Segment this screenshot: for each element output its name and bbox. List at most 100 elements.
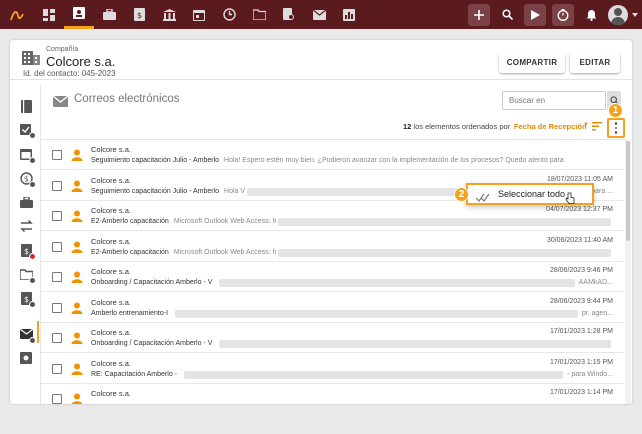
sidebar-item-tasks[interactable] — [18, 121, 36, 139]
folder-icon[interactable] — [244, 0, 274, 29]
calendar-icon[interactable] — [184, 0, 214, 29]
email-date: 28/06/2023 9:44 PM — [549, 297, 613, 305]
email-sender: Colcore s.a. — [91, 267, 132, 276]
svg-text:$: $ — [137, 11, 142, 20]
redacted-text — [183, 370, 564, 379]
person-icon — [71, 392, 83, 404]
row-checkbox[interactable] — [52, 363, 62, 374]
row-checkbox[interactable] — [52, 241, 62, 252]
email-list: Colcore s.a. Seguimiento capacitación Jul… — [41, 139, 625, 404]
step-callout-2: 2 — [454, 187, 469, 202]
document-search-icon[interactable] — [274, 0, 304, 29]
person-icon — [71, 301, 83, 319]
person-icon — [71, 362, 83, 380]
email-row[interactable]: Colcore s.a. E2-Amberlo capacitación Micro… — [41, 232, 625, 262]
sidebar-item-transfers[interactable] — [18, 218, 34, 234]
redacted-text — [278, 248, 611, 257]
sidebar-item-emails[interactable] — [18, 326, 36, 344]
badge-icon — [29, 277, 36, 284]
add-icon[interactable] — [468, 3, 490, 26]
share-button[interactable]: COMPARTIR — [499, 52, 565, 73]
email-sender: Colcore s.a. — [91, 389, 132, 398]
step-callout-1: 1 — [608, 103, 623, 118]
email-date: 04/07/2023 12:37 PM — [546, 206, 613, 213]
row-checkbox[interactable] — [52, 394, 62, 404]
sidebar-item-cases[interactable] — [18, 194, 34, 210]
time-tracking-icon[interactable] — [214, 0, 244, 29]
briefcase-icon[interactable] — [94, 0, 124, 29]
email-row[interactable]: Colcore s.a. Onboarding / Capacitación Am… — [41, 262, 625, 292]
sidebar-item-billing[interactable]: $ — [18, 170, 36, 188]
email-date: 17/01/2023 1:28 PM — [549, 328, 613, 335]
email-preview-tail: - para Windo... — [567, 370, 613, 378]
company-type-label: Compañía — [46, 46, 79, 53]
email-subject: Seguimiento capacitación Julio - Amberlo — [91, 157, 220, 164]
dashboard-icon[interactable] — [34, 0, 64, 29]
row-checkbox[interactable] — [52, 302, 62, 313]
caret-down-icon[interactable]: ▼ — [583, 122, 589, 128]
email-date: 17/01/2023 1:14 PM — [549, 389, 613, 396]
row-checkbox[interactable] — [52, 180, 62, 191]
email-row[interactable]: Colcore s.a. Onboarding / Capacitación Am… — [41, 323, 625, 353]
redacted-text — [219, 279, 575, 287]
timer-icon[interactable] — [552, 3, 574, 26]
sidebar-item-calendar[interactable] — [18, 146, 36, 164]
mail-icon[interactable] — [304, 0, 334, 29]
email-preview-tail: AAMkAD... — [578, 279, 613, 286]
redacted-text — [219, 340, 611, 348]
more-options-button[interactable] — [607, 118, 625, 138]
email-sender: Colcore s.a. — [91, 175, 132, 185]
sort-order-icon[interactable] — [592, 122, 602, 133]
user-avatar[interactable] — [608, 4, 628, 25]
email-row[interactable]: Colcore s.a. RE: Capacitación Amberlo - 17… — [41, 354, 625, 384]
bell-icon[interactable] — [580, 4, 602, 26]
row-checkbox[interactable] — [52, 272, 62, 282]
email-row[interactable]: Colcore s.a. Amberlo entrenamiento-I 28/06… — [41, 293, 625, 323]
badge-icon — [29, 132, 36, 139]
row-checkbox[interactable] — [52, 333, 62, 343]
email-date: 18/07/2023 11:05 AM — [546, 175, 613, 183]
person-icon — [71, 209, 83, 227]
scrollbar-thumb[interactable] — [626, 141, 630, 241]
email-subject: Amberlo entrenamiento-I — [91, 309, 169, 317]
sidebar-item-details[interactable] — [18, 98, 34, 114]
svg-text:$: $ — [24, 247, 29, 256]
person-icon — [71, 331, 83, 349]
search-input[interactable] — [502, 91, 606, 110]
email-subject: Seguimiento capacitación Julio - Amberlo — [91, 187, 220, 195]
sidebar-item-invoices[interactable]: $ — [18, 242, 36, 260]
select-all-option[interactable]: Seleccionar todo — [498, 189, 565, 199]
svg-text:$: $ — [23, 174, 28, 183]
person-icon — [71, 270, 83, 288]
email-row[interactable]: Colcore s.a. 17/01/2023 1:14 PM — [41, 384, 625, 404]
app-logo-icon[interactable] — [0, 0, 34, 29]
chevron-down-icon[interactable] — [632, 12, 642, 17]
play-icon[interactable] — [524, 3, 546, 26]
invoice-icon[interactable]: $ — [124, 0, 154, 29]
email-sender: Colcore s.a. — [91, 328, 132, 337]
double-check-icon — [475, 189, 490, 207]
emails-section: Correos electrónicos 12 los elementos or… — [40, 85, 632, 404]
badge-icon — [29, 253, 36, 260]
edit-button[interactable]: EDITAR — [570, 52, 620, 73]
sort-field-dropdown[interactable]: Fecha de Recepción — [514, 122, 587, 131]
scrollbar[interactable] — [625, 139, 631, 404]
sort-bar: 12 los elementos ordenados por Fecha de … — [41, 119, 633, 137]
email-row[interactable]: Colcore s.a. E2-Amberlo capacitación Micro… — [41, 201, 625, 231]
search-icon[interactable] — [496, 4, 518, 26]
row-checkbox[interactable] — [52, 211, 62, 221]
row-checkbox[interactable] — [52, 150, 62, 160]
contact-header: Compañía Colcore s.a. Id. del contacto: … — [10, 40, 632, 80]
bank-icon[interactable] — [154, 0, 184, 29]
building-icon — [22, 48, 40, 70]
sidebar-item-settings[interactable] — [18, 350, 34, 366]
contacts-icon[interactable] — [64, 0, 94, 29]
reports-icon[interactable] — [334, 0, 364, 29]
badge-icon — [29, 301, 36, 308]
email-subject: Onboarding / Capacitación Amberlo - V — [91, 340, 213, 347]
sidebar-item-expenses[interactable]: $ — [18, 290, 36, 308]
book-icon — [20, 99, 32, 113]
mail-icon — [52, 94, 69, 112]
email-row[interactable]: Colcore s.a. Seguimiento capacitación Jul… — [41, 140, 625, 170]
sidebar-item-documents[interactable] — [18, 266, 36, 284]
